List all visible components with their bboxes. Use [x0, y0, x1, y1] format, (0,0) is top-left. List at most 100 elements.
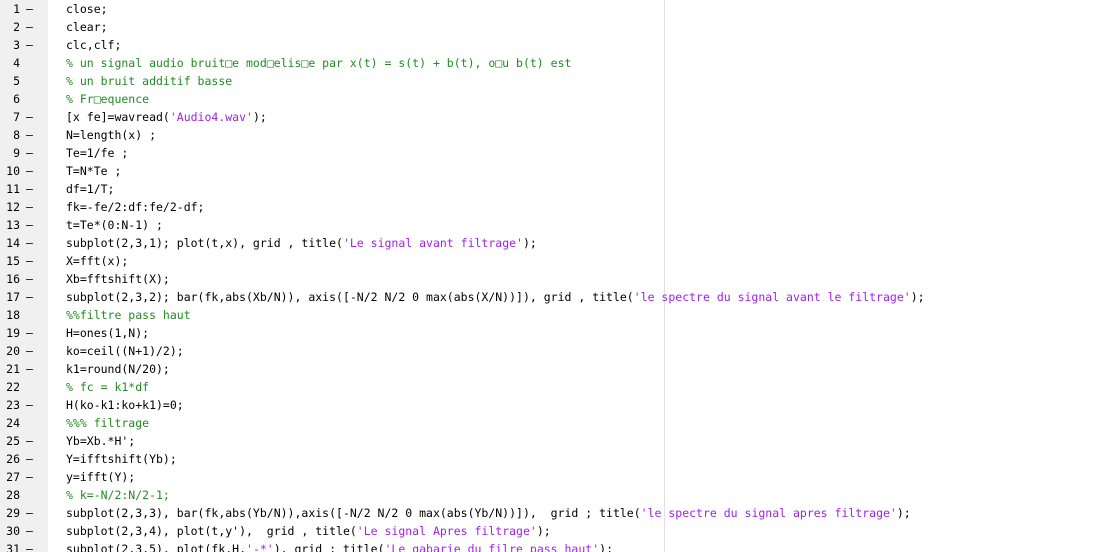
- line-number: 27: [6, 470, 20, 484]
- code-line[interactable]: 2– clear;: [0, 18, 1106, 36]
- code-line[interactable]: 26– Y=ifftshift(Yb);: [0, 450, 1106, 468]
- breakpoint-marker[interactable]: –: [26, 0, 36, 18]
- code-line[interactable]: 16– Xb=fftshift(X);: [0, 270, 1106, 288]
- code-line[interactable]: 23– H(ko-k1:ko+k1)=0;: [0, 396, 1106, 414]
- breakpoint-marker[interactable]: –: [26, 540, 36, 552]
- code-line[interactable]: 21– k1=round(N/20);: [0, 360, 1106, 378]
- breakpoint-marker[interactable]: –: [26, 108, 36, 126]
- breakpoint-marker[interactable]: –: [26, 18, 36, 36]
- line-number: 20: [6, 344, 20, 358]
- breakpoint-marker[interactable]: –: [26, 216, 36, 234]
- breakpoint-marker[interactable]: –: [26, 288, 36, 306]
- code-line[interactable]: 25– Yb=Xb.*H';: [0, 432, 1106, 450]
- code-line[interactable]: 24 %%% filtrage: [0, 414, 1106, 432]
- code-line[interactable]: 12– fk=-fe/2:df:fe/2-df;: [0, 198, 1106, 216]
- code-line[interactable]: 17– subplot(2,3,2); bar(fk,abs(Xb/N)), ax…: [0, 288, 1106, 306]
- code-line[interactable]: 1– close;: [0, 0, 1106, 18]
- code-line[interactable]: 6 % Fr□equence: [0, 90, 1106, 108]
- breakpoint-marker[interactable]: –: [26, 450, 36, 468]
- line-number: 29: [6, 506, 20, 520]
- line-number: 14: [6, 236, 20, 250]
- code-line[interactable]: 20– ko=ceil((N+1)/2);: [0, 342, 1106, 360]
- code-line[interactable]: 29– subplot(2,3,3), bar(fk,abs(Yb/N)),axi…: [0, 504, 1106, 522]
- breakpoint-marker[interactable]: –: [26, 468, 36, 486]
- code-text: % un signal audio bruit□e mod□elis□e par…: [66, 54, 571, 72]
- breakpoint-marker[interactable]: –: [26, 36, 36, 54]
- breakpoint-marker[interactable]: –: [26, 324, 36, 342]
- code-token: T=N*Te ;: [66, 164, 122, 178]
- breakpoint-marker[interactable]: –: [26, 144, 36, 162]
- breakpoint-marker[interactable]: –: [26, 126, 36, 144]
- code-text: X=fft(x);: [66, 252, 128, 270]
- breakpoint-marker[interactable]: –: [26, 432, 36, 450]
- code-line[interactable]: 8– N=length(x) ;: [0, 126, 1106, 144]
- breakpoint-marker[interactable]: –: [26, 522, 36, 540]
- code-token: H(ko-k1:ko+k1)=0;: [66, 398, 184, 412]
- code-token: clc,clf;: [66, 38, 122, 52]
- line-number: 7: [13, 110, 20, 124]
- line-number: 6: [13, 92, 20, 106]
- code-line[interactable]: 18 %%filtre pass haut: [0, 306, 1106, 324]
- code-line[interactable]: 14– subplot(2,3,1); plot(t,x), grid , tit…: [0, 234, 1106, 252]
- code-token: Xb=fftshift(X);: [66, 272, 170, 286]
- code-editor[interactable]: 1 – close; 2 – clear; 3 – clc,clf; 4 % un signal a…: [0, 0, 1106, 552]
- breakpoint-marker[interactable]: –: [26, 162, 36, 180]
- code-text: Yb=Xb.*H';: [66, 432, 135, 450]
- code-token: subplot(2,3,5), plot(fk,H,: [66, 542, 247, 552]
- string-literal: '-*': [246, 542, 274, 552]
- code-line[interactable]: 31– subplot(2,3,5), plot(fk,H,'-*'), grid…: [0, 540, 1106, 552]
- code-text: y=ifft(Y);: [66, 468, 135, 486]
- code-line[interactable]: 27– y=ifft(Y);: [0, 468, 1106, 486]
- code-line[interactable]: 13– t=Te*(0:N-1) ;: [0, 216, 1106, 234]
- breakpoint-marker[interactable]: –: [26, 180, 36, 198]
- code-text: % un bruit additif basse: [66, 72, 232, 90]
- line-number: 13: [6, 218, 20, 232]
- code-token: );: [599, 542, 613, 552]
- breakpoint-marker[interactable]: –: [26, 342, 36, 360]
- code-line[interactable]: 19– H=ones(1,N);: [0, 324, 1106, 342]
- line-number: 23: [6, 398, 20, 412]
- code-line[interactable]: 10– T=N*Te ;: [0, 162, 1106, 180]
- code-token: X=fft(x);: [66, 254, 129, 268]
- string-literal: 'Le signal Apres filtrage': [356, 524, 537, 538]
- code-line[interactable]: 9– Te=1/fe ;: [0, 144, 1106, 162]
- code-token: Te=1/fe ;: [66, 146, 129, 160]
- line-number: 21: [6, 362, 20, 376]
- code-token: subplot(2,3,3), bar(fk,abs(Yb/N)),axis([…: [66, 506, 641, 520]
- breakpoint-marker[interactable]: –: [26, 360, 36, 378]
- code-text: % fc = k1*df: [66, 378, 149, 396]
- breakpoint-marker[interactable]: –: [26, 234, 36, 252]
- code-token: H=ones(1,N);: [66, 326, 150, 340]
- breakpoint-marker[interactable]: –: [26, 270, 36, 288]
- code-line[interactable]: 30– subplot(2,3,4), plot(t,y'), grid , ti…: [0, 522, 1106, 540]
- string-literal: 'Le signal avant filtrage': [342, 236, 523, 250]
- code-line[interactable]: 22 % fc = k1*df: [0, 378, 1106, 396]
- code-line[interactable]: 7– [x fe]=wavread('Audio4.wav');: [0, 108, 1106, 126]
- line-number: 1: [13, 2, 20, 16]
- comment-text: % k=-N/2:N/2-1;: [66, 488, 170, 502]
- code-line[interactable]: 11– df=1/T;: [0, 180, 1106, 198]
- breakpoint-marker[interactable]: –: [26, 198, 36, 216]
- code-text: subplot(2,3,3), bar(fk,abs(Yb/N)),axis([…: [66, 504, 911, 522]
- code-line[interactable]: 15– X=fft(x);: [0, 252, 1106, 270]
- comment-text: % un signal audio bruit□e mod□elis□e par…: [66, 56, 572, 70]
- code-line[interactable]: 5 % un bruit additif basse: [0, 72, 1106, 90]
- code-token: y=ifft(Y);: [66, 470, 136, 484]
- line-number: 30: [6, 524, 20, 538]
- code-token: clear;: [66, 20, 108, 34]
- line-number: 26: [6, 452, 20, 466]
- comment-text: %%% filtrage: [66, 416, 150, 430]
- breakpoint-marker[interactable]: –: [26, 396, 36, 414]
- breakpoint-marker[interactable]: –: [26, 504, 36, 522]
- code-text: subplot(2,3,2); bar(fk,abs(Xb/N)), axis(…: [66, 288, 925, 306]
- code-lines: 1 – close; 2 – clear; 3 – clc,clf; 4 % un signal a…: [0, 0, 1106, 552]
- code-text: [x fe]=wavread('Audio4.wav');: [66, 108, 267, 126]
- code-text: ko=ceil((N+1)/2);: [66, 342, 184, 360]
- code-token: subplot(2,3,1); plot(t,x), grid , title(: [66, 236, 343, 250]
- breakpoint-marker[interactable]: –: [26, 252, 36, 270]
- code-line[interactable]: 4 % un signal audio bruit□e mod□elis□e pa…: [0, 54, 1106, 72]
- code-line[interactable]: 3– clc,clf;: [0, 36, 1106, 54]
- code-line[interactable]: 28 % k=-N/2:N/2-1;: [0, 486, 1106, 504]
- line-number: 8: [13, 128, 20, 142]
- code-token: t=Te*(0:N-1) ;: [66, 218, 163, 232]
